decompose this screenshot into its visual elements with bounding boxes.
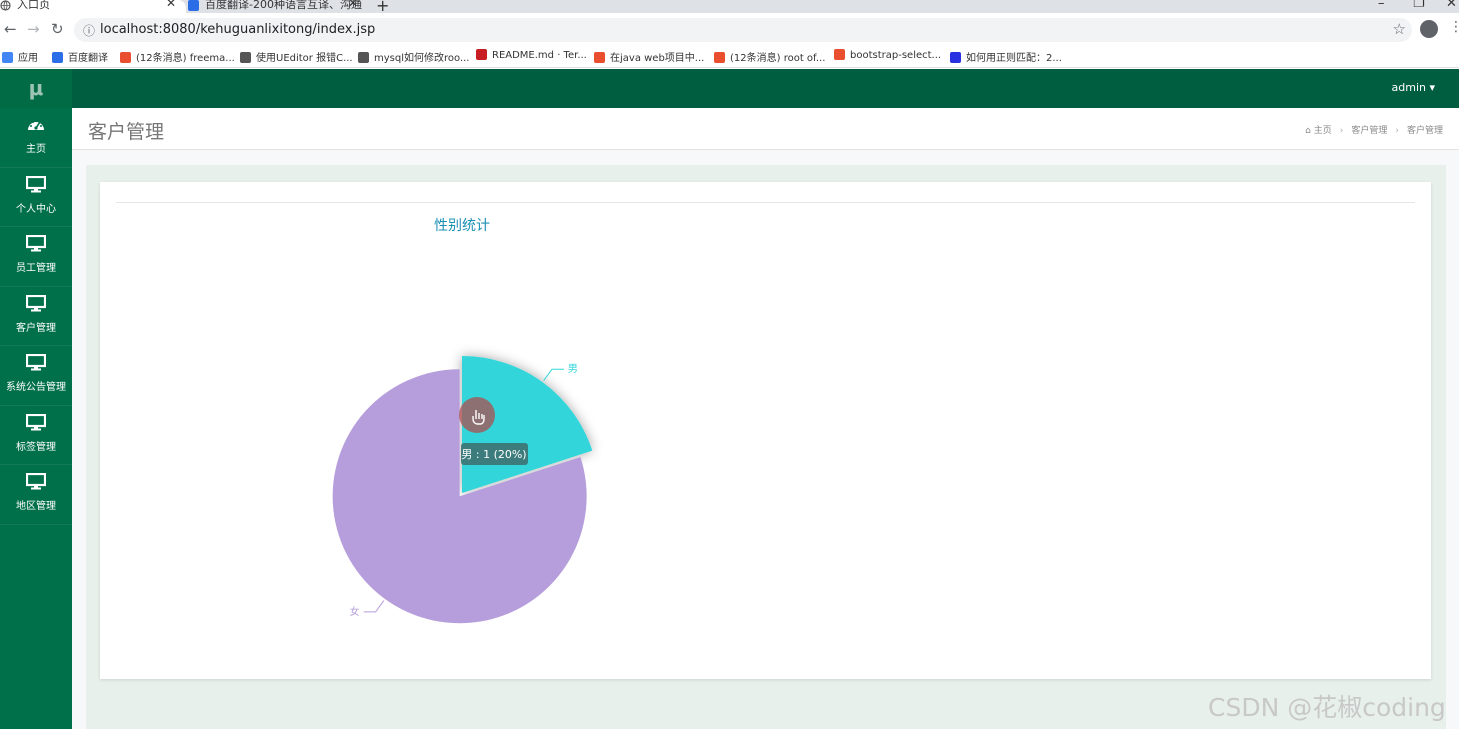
- pie-label-1: 女: [350, 605, 360, 618]
- pie-label-line-1: [363, 600, 385, 613]
- tooltip-text: 男 : 1 (20%): [461, 448, 526, 461]
- pie-label-0: 男: [568, 363, 578, 375]
- watermark: CSDN @花椒coding: [1208, 693, 1446, 722]
- gender-pie-chart: 性别统计 男女 男 : 1 (20%): [332, 218, 593, 624]
- pie-label-line-0: [543, 368, 564, 381]
- chart-title: 性别统计: [434, 218, 490, 234]
- cursor-hand-icon: [459, 397, 495, 433]
- chart-tooltip: 男 : 1 (20%): [461, 443, 528, 465]
